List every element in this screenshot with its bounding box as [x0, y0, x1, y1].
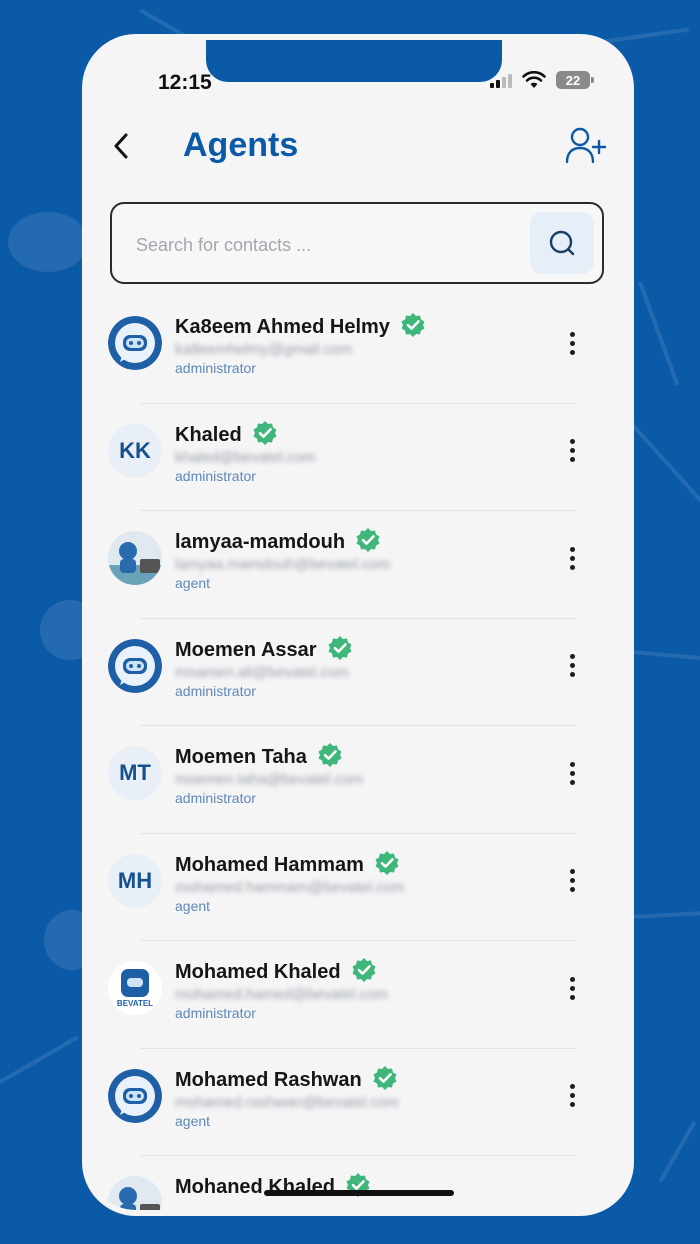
agent-email: moemen.taha@bevatel.com	[175, 771, 363, 788]
more-vertical-icon	[569, 1084, 575, 1089]
logo-avatar-icon: BEVATEL	[108, 961, 162, 1015]
avatar: MH	[108, 853, 162, 908]
verified-badge-icon	[252, 420, 278, 451]
search-box	[110, 202, 604, 284]
more-options-button[interactable]	[560, 328, 584, 358]
bot-avatar-icon	[108, 638, 162, 693]
add-agent-button[interactable]	[564, 124, 608, 168]
phone-screen: 12:15 22 Agents Search for contacts ... …	[88, 40, 628, 1210]
avatar: MT	[108, 746, 162, 800]
verified-badge-icon	[351, 957, 377, 988]
more-options-button[interactable]	[560, 436, 584, 466]
more-vertical-icon	[569, 761, 575, 767]
agent-row[interactable]: MT Moemen Taha moemen.taha@bevatel.com a…	[88, 726, 628, 834]
home-indicator	[264, 1190, 454, 1196]
agent-name: Mohamed Hammam	[175, 853, 364, 876]
header: Agents	[88, 120, 628, 180]
more-vertical-icon	[569, 654, 575, 659]
agent-email: mohamed.hamed@bevatel.com	[175, 986, 388, 1003]
agent-role: agent	[175, 1112, 211, 1129]
agent-row[interactable]: Mohaned Khaled	[88, 1156, 628, 1210]
avatar-initials: KK	[119, 437, 151, 463]
chevron-left-icon	[114, 133, 128, 159]
more-vertical-icon	[569, 546, 575, 552]
verified-badge-icon	[345, 1172, 371, 1203]
agent-role: administrator	[175, 682, 256, 699]
avatar-initials: MT	[119, 760, 151, 785]
status-icons: 22	[490, 71, 594, 89]
agent-role: administrator	[175, 467, 256, 484]
search-icon	[549, 230, 575, 256]
agent-role: administrator	[175, 790, 256, 806]
agent-name: lamyaa-mamdouh	[175, 531, 346, 553]
more-vertical-icon	[569, 331, 575, 337]
avatar-logo-text: BEVATEL	[116, 998, 154, 1008]
agent-name: Moemen Assar	[175, 638, 317, 661]
agent-role: administrator	[175, 1005, 256, 1021]
verified-badge-icon	[374, 850, 400, 881]
agent-email: moamen.ali@bevatel.com	[175, 663, 349, 681]
agent-role: agent	[175, 897, 211, 914]
page-title: Agents	[183, 126, 299, 164]
agent-name: Khaled	[175, 423, 242, 446]
battery-icon: 22	[556, 71, 594, 89]
more-options-button[interactable]	[560, 973, 584, 1003]
more-vertical-icon	[569, 439, 575, 444]
agent-row[interactable]: KK Khaled khaled@bevatel.com administrat…	[88, 404, 628, 511]
wifi-icon	[522, 71, 546, 88]
agent-email: ka8eemhelmy@gmail.com	[175, 341, 352, 358]
back-button[interactable]	[106, 128, 136, 164]
photo-avatar-icon	[108, 531, 162, 585]
agent-row[interactable]: MH Mohamed Hammam mohamed.hammam@bevatel…	[88, 834, 628, 941]
more-options-button[interactable]	[560, 866, 584, 896]
agent-row[interactable]: Moemen Assar moamen.ali@bevatel.com admi…	[88, 619, 628, 726]
bot-avatar-icon	[108, 316, 162, 370]
status-time: 12:15	[158, 71, 212, 94]
agent-email: mohamed.hammam@bevatel.com	[175, 878, 405, 896]
more-vertical-icon	[569, 976, 575, 982]
verified-badge-icon	[317, 742, 343, 773]
more-options-button[interactable]	[560, 758, 584, 788]
more-options-button[interactable]	[560, 543, 584, 573]
search-button[interactable]	[530, 212, 594, 274]
avatar: KK	[108, 423, 162, 478]
agent-role: administrator	[175, 360, 256, 376]
agent-email: mohamed.rashwan@bevatel.com	[175, 1093, 399, 1111]
agent-name: Moemen Taha	[175, 746, 307, 768]
verified-badge-icon	[355, 527, 381, 558]
add-user-icon	[565, 127, 607, 164]
agent-name: Mohamed Rashwan	[175, 1068, 362, 1091]
avatar-initials: MH	[117, 867, 153, 893]
more-options-button[interactable]	[560, 1081, 584, 1111]
agents-list: Ka8eem Ahmed Helmy ka8eemhelmy@gmail.com…	[88, 296, 628, 1210]
agent-row[interactable]: lamyaa-mamdouh lamyaa.mamdouh@bevatel.co…	[88, 511, 628, 619]
notch	[206, 40, 502, 82]
search-input[interactable]	[134, 228, 518, 262]
verified-badge-icon	[400, 312, 426, 343]
verified-badge-icon	[372, 1065, 398, 1096]
agent-role: agent	[175, 575, 211, 591]
agent-email: khaled@bevatel.com	[175, 448, 316, 466]
agent-row[interactable]: Ka8eem Ahmed Helmy ka8eemhelmy@gmail.com…	[88, 296, 628, 404]
photo-avatar-icon	[108, 1176, 162, 1210]
agent-row[interactable]: BEVATEL Mohamed Khaled mohamed.hamed@bev…	[88, 941, 628, 1049]
agent-name: Mohamed Khaled	[175, 961, 341, 983]
agent-email: lamyaa.mamdouh@bevatel.com	[175, 556, 391, 573]
more-options-button[interactable]	[560, 651, 584, 681]
agent-row[interactable]: Mohamed Rashwan mohamed.rashwan@bevatel.…	[88, 1049, 628, 1156]
bot-avatar-icon	[108, 1068, 162, 1123]
signal-icon	[490, 72, 512, 88]
agent-name: Ka8eem Ahmed Helmy	[175, 316, 390, 338]
verified-badge-icon	[327, 635, 353, 666]
more-vertical-icon	[569, 869, 575, 874]
